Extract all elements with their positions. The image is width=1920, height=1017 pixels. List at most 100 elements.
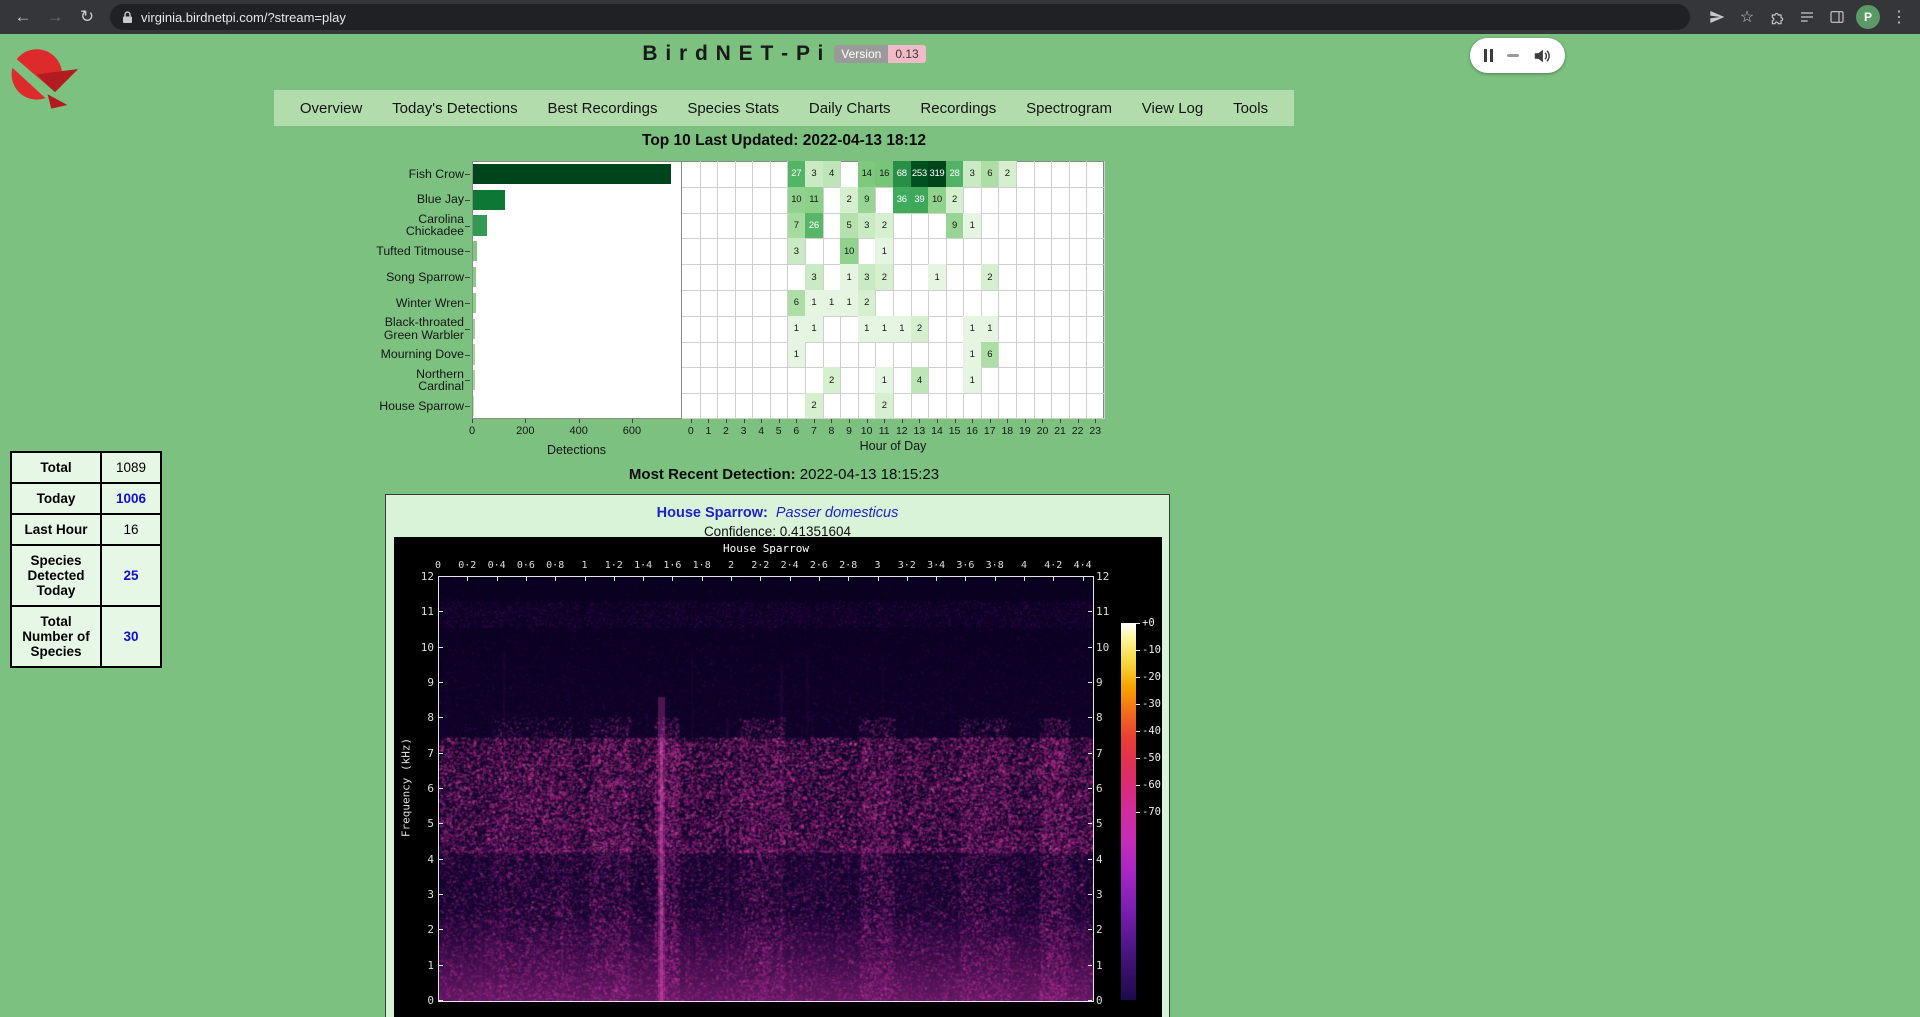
nav-item-tools[interactable]: Tools [1229,100,1272,117]
heat-cell-mourning-dove-h1 [700,342,719,369]
volume-icon[interactable] [1533,48,1551,64]
heat-cell-winter-wren-h2 [717,290,736,317]
heat-cell-mourning-dove-h20 [1034,342,1053,369]
heat-cell-song-sparrow-h2 [717,264,736,291]
heat-cell-tufted-titmouse-h18 [999,238,1018,265]
heat-cell-winter-wren-h13 [911,290,930,317]
time-axis-tick [936,577,937,581]
time-axis-tick [1053,577,1054,581]
heat-cell-mourning-dove-h0 [682,342,701,369]
time-axis-tick-label: 1·4 [628,560,658,571]
send-icon[interactable] [1704,4,1730,30]
heat-cell-song-sparrow-h3 [735,264,754,291]
nav-item-view-log[interactable]: View Log [1138,100,1207,117]
time-axis-tick [467,577,468,581]
hour-axis-tick [761,419,762,423]
time-axis-tick-label: 1·8 [687,560,717,571]
heat-cell-house-sparrow-h16 [963,393,982,419]
nav-item-species-stats[interactable]: Species Stats [683,100,783,117]
side-panel-icon[interactable] [1824,4,1850,30]
main-nav: Overview Today's Detections Best Recording… [274,90,1294,126]
heat-cell-winter-wren-h21 [1051,290,1070,317]
heat-cell-fish-crow-h23 [1086,161,1105,188]
heat-cell-blue-jay-h7: 11 [805,187,824,214]
freq-axis-tick-right [1088,682,1092,683]
nav-item-spectrogram[interactable]: Spectrogram [1022,100,1116,117]
colorbar-tick-label: -70 [1142,806,1176,818]
heat-cell-fish-crow-h16: 3 [963,161,982,188]
heat-cell-northern-cardinal-h3 [735,367,754,394]
playlist-icon[interactable] [1794,4,1820,30]
reload-button[interactable]: ↻ [72,2,102,32]
stats-value-species-detected-today[interactable]: 25 [101,545,161,606]
heat-cell-fish-crow-h11: 16 [875,161,894,188]
time-axis-tick [731,577,732,581]
detection-scientific-name[interactable]: Passer domesticus [776,505,899,521]
heat-cell-blue-jay-h0 [682,187,701,214]
freq-axis-tick-right [1088,823,1092,824]
heat-cell-fish-crow-h13: 253 [911,161,930,188]
heat-cell-mourning-dove-h2 [717,342,736,369]
heat-cell-mourning-dove-h22 [1069,342,1088,369]
colorbar-tick-label: -30 [1142,698,1176,710]
freq-axis-tick-right [1088,717,1092,718]
nav-item-today-s-detections[interactable]: Today's Detections [388,100,521,117]
heat-cell-tufted-titmouse-h8 [823,238,842,265]
species-label-house-sparrow: House Sparrow [368,393,464,419]
bookmark-star-icon[interactable]: ☆ [1734,4,1760,30]
detections-bar-tufted-titmouse [473,241,477,261]
heat-cell-house-sparrow-h20 [1034,393,1053,419]
heat-cell-house-sparrow-h3 [735,393,754,419]
heat-cell-winter-wren-h22 [1069,290,1088,317]
heat-cell-northern-cardinal-h22 [1069,367,1088,394]
profile-avatar[interactable]: P [1856,5,1880,29]
stats-row-last-hour: Last Hour16 [11,514,161,545]
heat-cell-song-sparrow-h16 [963,264,982,291]
heat-cell-house-sparrow-h1 [700,393,719,419]
stats-row-today: Today1006 [11,483,161,514]
heat-cell-winter-wren-h20 [1034,290,1053,317]
freq-axis-tick-label-left: 11 [410,605,434,618]
nav-item-overview[interactable]: Overview [296,100,367,117]
heat-cell-song-sparrow-h18 [999,264,1018,291]
colorbar-tick-label: -20 [1142,671,1176,683]
heat-cell-mourning-dove-h11 [875,342,894,369]
heat-cell-mourning-dove-h4 [752,342,771,369]
heat-cell-carolina-chickadee-h8 [823,213,842,240]
time-axis-tick [907,577,908,581]
nav-item-recordings[interactable]: Recordings [916,100,1000,117]
heat-cell-blue-jay-h15: 2 [946,187,965,214]
pause-button[interactable] [1484,49,1493,62]
heat-cell-northern-cardinal-h12 [893,367,912,394]
nav-item-daily-charts[interactable]: Daily Charts [805,100,895,117]
time-axis-tick-label: 3·6 [950,560,980,571]
forward-button[interactable]: → [40,2,70,32]
heat-cell-black-throated-green-warbler-h16: 1 [963,316,982,343]
menu-kebab-icon[interactable]: ⋮ [1886,4,1912,30]
back-button[interactable]: ← [8,2,38,32]
heat-cell-blue-jay-h8 [823,187,842,214]
heat-cell-song-sparrow-h20 [1034,264,1053,291]
nav-item-best-recordings[interactable]: Best Recordings [543,100,661,117]
detections-bar-winter-wren [473,293,476,313]
extensions-puzzle-icon[interactable] [1764,4,1790,30]
heat-cell-black-throated-green-warbler-h18 [999,316,1018,343]
heat-cell-tufted-titmouse-h12 [893,238,912,265]
freq-axis-tick-label-left: 0 [410,994,434,1007]
audio-player [1470,38,1565,73]
heat-cell-northern-cardinal-h5 [770,367,789,394]
stats-value-today[interactable]: 1006 [101,483,161,514]
address-bar[interactable]: virginia.birdnetpi.com/?stream=play [110,4,1690,30]
stats-value-total-number-of-species[interactable]: 30 [101,606,161,667]
heat-cell-house-sparrow-h8 [823,393,842,419]
seek-dash[interactable] [1507,54,1519,57]
species-label-mourning-dove: Mourning Dove [368,342,464,368]
heat-cell-blue-jay-h6: 10 [788,187,807,214]
hour-axis-tick [779,419,780,423]
detection-species-link[interactable]: House Sparrow: [657,505,768,521]
time-axis-tick-label: 2·6 [804,560,834,571]
heat-cell-winter-wren-h12 [893,290,912,317]
spectrogram-frame [438,576,1094,1002]
time-axis-tick [526,577,527,581]
heat-cell-northern-cardinal-h6 [788,367,807,394]
